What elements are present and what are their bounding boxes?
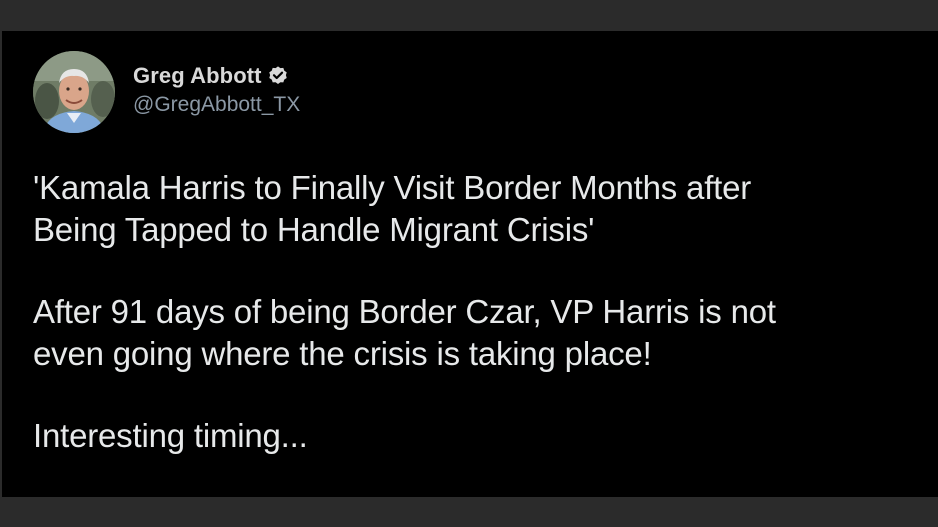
tweet-paragraph-quote: 'Kamala Harris to Finally Visit Border M… xyxy=(33,169,752,248)
tweet-text: 'Kamala Harris to Finally Visit Border M… xyxy=(33,167,933,497)
tweet-paragraph-comment: After 91 days of being Border Czar, VP H… xyxy=(33,293,776,372)
tweet-card[interactable]: Greg Abbott @GregAbbott_TX 'Kamala Harri… xyxy=(2,31,938,497)
screenshot-frame: Greg Abbott @GregAbbott_TX 'Kamala Harri… xyxy=(0,0,938,527)
author-display-name[interactable]: Greg Abbott xyxy=(133,63,262,89)
author-handle[interactable]: @GregAbbott_TX xyxy=(133,93,300,117)
tweet-author: Greg Abbott @GregAbbott_TX xyxy=(133,61,300,117)
verified-badge-icon xyxy=(267,65,289,87)
avatar[interactable] xyxy=(33,51,115,133)
author-name-row: Greg Abbott xyxy=(133,61,300,91)
tweet-paragraph-closing: Interesting timing... xyxy=(33,417,308,454)
